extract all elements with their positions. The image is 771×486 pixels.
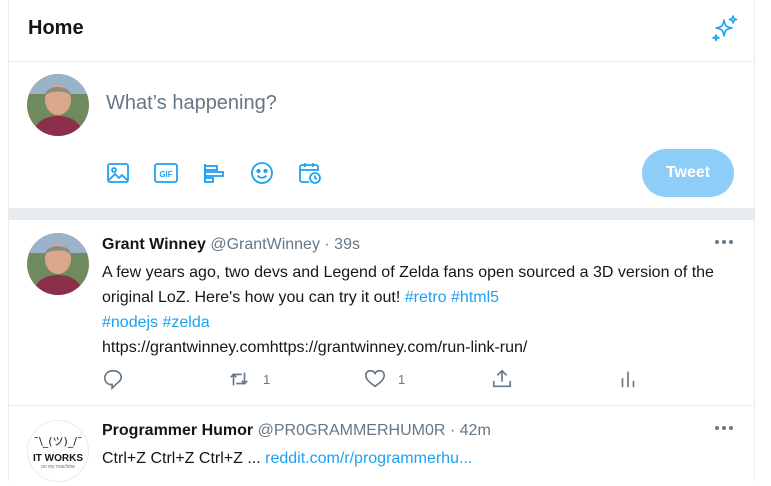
author-handle[interactable]: @GrantWinney [210,236,320,253]
tweet[interactable]: ¯\_(ツ)_/¯ IT WORKS on my machine Program… [9,406,754,486]
tweet-actions: 1 1 [102,368,642,392]
reply-icon [103,369,123,390]
compose-box: What’s happening? GIF Tweet [9,62,754,208]
sparkle-icon[interactable] [710,14,740,44]
avatar-text: IT WORKS [33,452,83,464]
author-name[interactable]: Grant Winney [102,236,206,253]
retweet-icon [230,372,248,386]
gif-icon[interactable]: GIF [150,157,182,189]
like-button[interactable]: 1 [364,368,405,390]
tweet-text-main: Ctrl+Z Ctrl+Z Ctrl+Z ... [102,450,261,467]
separator-dot: · [449,422,456,439]
avatar-shrug: ¯\_(ツ)_/¯ [33,434,83,448]
author-name[interactable]: Programmer Humor [102,422,253,439]
avatar[interactable]: ¯\_(ツ)_/¯ IT WORKS on my machine [27,420,89,482]
separator-dot: · [324,236,330,253]
analytics-button[interactable] [619,368,649,390]
home-timeline: Home What’s happening? GIF Tweet Grant W… [8,0,755,482]
poll-icon[interactable] [198,157,230,189]
tweet-header: Programmer Humor @PR0GRAMMERHUM0R · 42m [102,422,491,440]
tweet-time[interactable]: 42m [460,422,491,439]
schedule-icon[interactable] [294,157,326,189]
more-options-icon[interactable] [712,418,736,438]
avatar[interactable] [27,233,89,295]
compose-input[interactable]: What’s happening? [106,92,277,115]
like-count: 1 [398,371,406,387]
reply-button[interactable] [102,368,136,390]
avatar-subtext: on my machine [41,463,75,470]
page-title: Home [28,17,84,39]
author-handle[interactable]: @PR0GRAMMERHUM0R [258,422,446,439]
tweet-time[interactable]: 39s [334,236,360,253]
hashtag[interactable]: #html5 [451,289,499,306]
tweet-text: A few years ago, two devs and Legend of … [102,260,722,360]
separator [9,208,754,220]
image-icon[interactable] [102,157,134,189]
tweet-link[interactable]: reddit.com/r/programmerhu... [265,450,472,467]
more-options-icon[interactable] [712,232,736,252]
hashtag[interactable]: #zelda [163,314,210,331]
hashtag[interactable]: #retro [405,289,447,306]
compose-toolbar: GIF [102,157,342,189]
svg-text:GIF: GIF [159,170,172,179]
retweet-button[interactable]: 1 [227,368,270,390]
share-button[interactable] [491,368,525,390]
tweet[interactable]: Grant Winney @GrantWinney · 39s A few ye… [9,220,754,406]
avatar[interactable] [27,74,89,136]
tweet-header: Grant Winney @GrantWinney · 39s [102,236,360,254]
tweet-url[interactable]: https://grantwinney.comhttps://grantwinn… [102,339,527,356]
timeline-header: Home [9,0,754,62]
retweet-count: 1 [263,371,271,387]
tweet-button[interactable]: Tweet [642,149,734,197]
tweet-text: Ctrl+Z Ctrl+Z Ctrl+Z ... reddit.com/r/pr… [102,446,722,471]
analytics-icon [621,371,635,388]
hashtag[interactable]: #nodejs [102,314,158,331]
emoji-icon[interactable] [246,157,278,189]
heart-icon [365,369,385,388]
share-icon [492,369,512,388]
